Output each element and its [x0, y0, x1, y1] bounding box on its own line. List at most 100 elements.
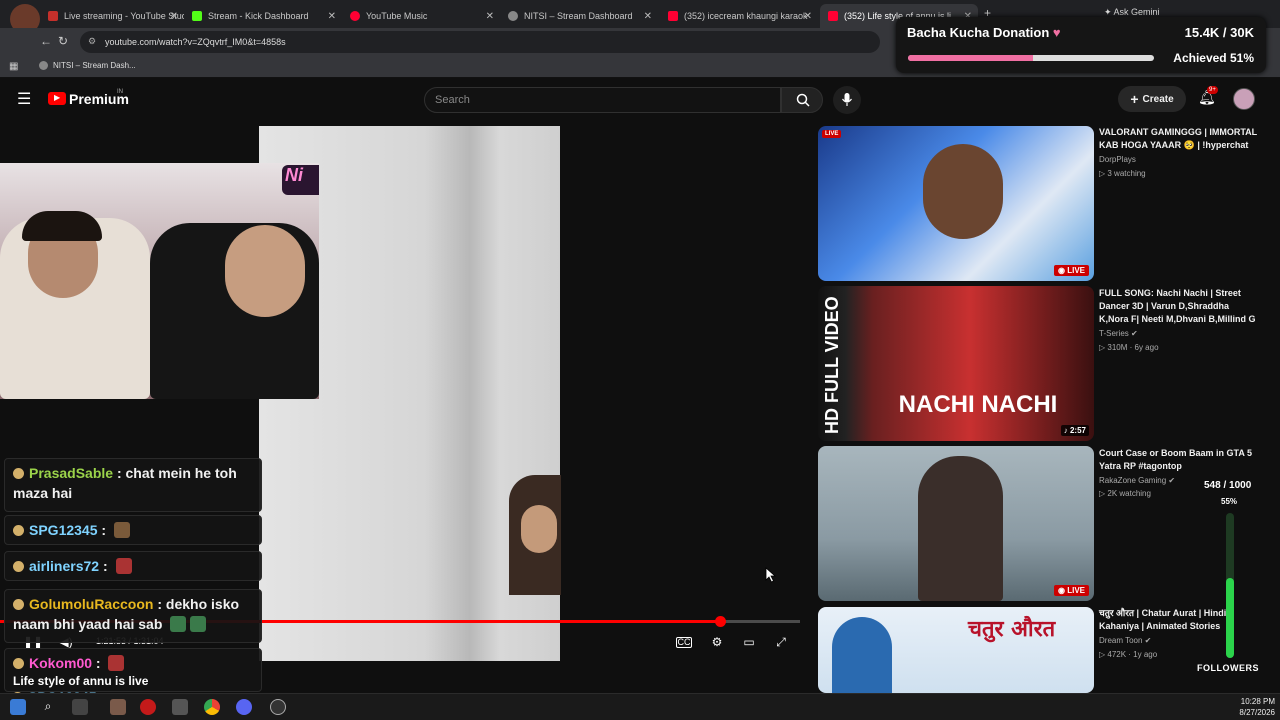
discord-icon[interactable] [236, 699, 252, 715]
close-icon[interactable]: ✕ [328, 11, 336, 22]
voice-search-button[interactable] [833, 86, 861, 114]
live-badge: ◉ LIVE [1054, 585, 1089, 596]
followers-label: FOLLOWERS [1197, 663, 1259, 673]
recommendation-title[interactable]: FULL SONG: Nachi Nachi | Street Dancer 3… [1099, 287, 1259, 326]
taskbar-date: 8/27/2026 [1239, 708, 1275, 717]
thumbnail-character [832, 617, 892, 693]
recommendation-thumbnail[interactable]: चतुर औरत [818, 607, 1094, 693]
emote-icon [108, 655, 125, 671]
recommendation-title[interactable]: Court Case or Boom Baam in GTA 5 Yatra R… [1099, 447, 1259, 473]
followers-count: 548 / 1000 [1204, 480, 1252, 491]
live-badge: ◉ LIVE [1054, 265, 1089, 276]
reload-icon[interactable]: ↻ [58, 34, 68, 48]
account-avatar[interactable] [1233, 88, 1255, 110]
recommendation-channel[interactable]: DorpPlays [1099, 155, 1136, 164]
back-icon[interactable]: ← [40, 34, 52, 48]
app-icon[interactable] [172, 699, 188, 715]
recommendation-title[interactable]: VALORANT GAMINGGG | IMMORTAL KAB HOGA YA… [1099, 126, 1259, 152]
thumbnail-person [918, 456, 1003, 601]
recommendation-title[interactable]: चतुर औरत | Chatur Aurat | Hindi Kahaniya… [1099, 607, 1259, 633]
start-icon[interactable] [10, 699, 26, 715]
recommendation-meta: ▷ 3 watching [1099, 169, 1146, 178]
chat-message: SPG12345 : [4, 515, 262, 545]
create-label: Create [1142, 93, 1174, 105]
recommendation-meta: ▷ 472K · 1y ago [1099, 650, 1158, 659]
recommendation-thumbnail[interactable]: LIVE ◉ LIVE [818, 126, 1094, 281]
url-text: youtube.com/watch?v=ZQqvtrf_IM0&t=4858s [105, 37, 286, 47]
close-icon[interactable]: ✕ [170, 11, 178, 22]
bookmark-item[interactable]: NITSI – Stream Dash... [53, 61, 136, 70]
app-icon[interactable] [110, 699, 126, 715]
emote-icon [113, 522, 130, 538]
thumbnail-person [923, 144, 1003, 239]
chat-username[interactable]: SPG12345 [29, 522, 98, 538]
heart-icon: ♥ [1052, 25, 1061, 40]
recommendation-channel[interactable]: Dream Toon ✔︎ [1099, 636, 1151, 645]
taskbar-time: 10:28 PM [1240, 697, 1275, 706]
site-info-icon[interactable]: ⚙ [88, 36, 96, 47]
task-view-icon[interactable] [72, 699, 88, 715]
thumbnail-side-text: HD FULL VIDEO [822, 296, 842, 434]
live-tag: LIVE [822, 130, 842, 138]
browser-tab[interactable]: Stream - Kick Dashboard ✕ [184, 4, 342, 28]
url-input[interactable]: ⚙ youtube.com/watch?v=ZQqvtrf_IM0&t=4858… [80, 31, 880, 53]
browser-tab[interactable]: (352) icecream khaungi karaok ✕ [660, 4, 818, 28]
chat-message: GolumoluRaccoon : dekho isko naam bhi ya… [4, 589, 262, 643]
browser-tab[interactable]: YouTube Music ✕ [342, 4, 500, 28]
apps-grid-icon[interactable]: ▦ [9, 61, 18, 72]
donation-title: Bacha Kucha Donation [907, 25, 1050, 40]
menu-icon[interactable]: ☰ [17, 89, 31, 109]
close-icon[interactable]: ✕ [644, 11, 652, 22]
fullscreen-icon[interactable]: ⤢ [772, 634, 790, 650]
tab-label: YouTube Music [366, 11, 428, 21]
streamer-left-hair [22, 211, 102, 241]
chat-message: airliners72 : [4, 551, 262, 581]
youtube-logo-icon[interactable]: ▶ [48, 92, 66, 105]
search-button[interactable] [781, 87, 823, 113]
tab-label: (352) icecream khaungi karaok [684, 11, 808, 21]
youtube-studio-icon [48, 11, 58, 21]
donation-amount: 15.4K / 30K [1184, 25, 1254, 40]
recommendation-meta: ▷ 2K watching [1099, 489, 1151, 498]
youtube-header: ☰ ▶ Premium IN Search + Create 🔔︎ 9+ [0, 80, 1280, 118]
youtube-icon [668, 11, 678, 21]
chat-message: Kokom00 : Life style of annu is live [4, 648, 262, 692]
search-icon[interactable]: ⌕ [40, 699, 56, 715]
close-icon[interactable]: ✕ [486, 11, 494, 22]
recommendation-channel[interactable]: RakaZone Gaming ✔︎ [1099, 476, 1175, 485]
taskbar: ⌕ 10:28 PM 8/27/2026 [0, 693, 1280, 720]
followers-percent: 55% [1221, 497, 1238, 506]
recommendation-channel[interactable]: T-Series ✔︎ [1099, 329, 1138, 338]
browser-tab[interactable]: NITSI – Stream Dashboard ✕ [500, 4, 658, 28]
webcam-overlay: Ni [0, 163, 319, 399]
video-subject-face [521, 505, 557, 553]
recommendation-thumbnail[interactable]: HD FULL VIDEO NACHI NACHI ♪ 2:57 [818, 286, 1094, 441]
theater-mode-icon[interactable]: ▭ [740, 634, 758, 650]
chat-username[interactable]: PrasadSable [29, 465, 113, 481]
opera-icon[interactable] [140, 699, 156, 715]
plus-icon: + [1130, 91, 1139, 107]
chat-badge-icon [13, 468, 24, 479]
recommendation-thumbnail[interactable]: ◉ LIVE [818, 446, 1094, 601]
globe-icon [39, 61, 48, 70]
verified-check-icon: ✔︎ [1144, 636, 1152, 645]
thumbnail-title-text: NACHI NACHI [898, 391, 1058, 418]
emote-icon [115, 558, 132, 574]
progress-scrubber-handle[interactable] [715, 616, 726, 627]
captions-icon[interactable]: CC [676, 637, 692, 648]
search-input[interactable]: Search [424, 87, 781, 113]
settings-gear-icon[interactable]: ⚙ [708, 634, 726, 650]
chat-username[interactable]: Kokom00 [29, 655, 92, 671]
chat-username[interactable]: GolumoluRaccoon [29, 596, 153, 612]
chrome-icon[interactable] [204, 699, 220, 715]
tab-label: NITSI – Stream Dashboard [524, 11, 633, 21]
emote-icon [170, 616, 187, 632]
emote-icon [190, 616, 207, 632]
create-button[interactable]: + Create [1118, 86, 1186, 112]
obs-icon[interactable] [270, 699, 286, 715]
close-icon[interactable]: ✕ [804, 11, 812, 22]
browser-tab[interactable]: Live streaming - YouTube Studi ✕ [40, 4, 184, 28]
chat-username[interactable]: airliners72 [29, 558, 99, 574]
tab-label: Live streaming - YouTube Studi [64, 11, 184, 21]
chat-message: PrasadSable : chat mein he toh maza hai [4, 458, 262, 512]
